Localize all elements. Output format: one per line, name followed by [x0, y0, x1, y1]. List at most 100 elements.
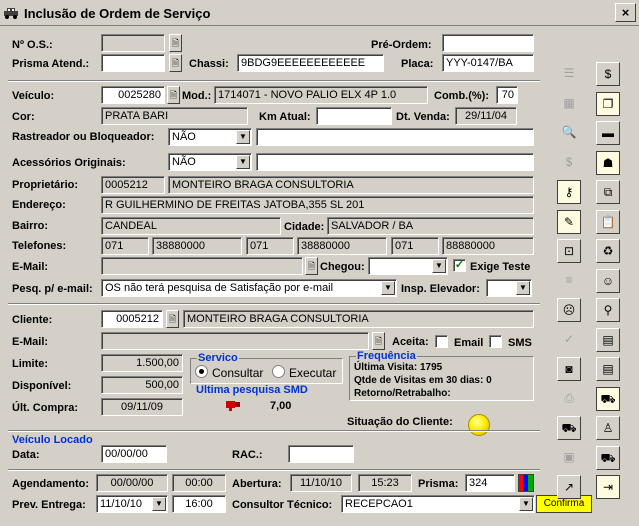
- duplicate-icon[interactable]: ⧉: [596, 180, 620, 204]
- faucet-icon[interactable]: ⚲: [596, 298, 620, 322]
- preordem-field[interactable]: [442, 34, 534, 52]
- search-document-icon[interactable]: 🔍: [557, 121, 581, 145]
- dollar-icon[interactable]: $: [557, 150, 581, 175]
- data-field[interactable]: 00/00/00: [101, 445, 167, 463]
- data-label: Data:: [12, 449, 40, 461]
- chevron-down-icon[interactable]: ▼: [519, 497, 533, 511]
- placa-field[interactable]: YYY-0147/BA: [442, 54, 534, 72]
- thumbs-down-icon: [226, 401, 240, 411]
- car-lift-icon[interactable]: ⛟: [596, 386, 620, 411]
- email2-field: [101, 332, 369, 350]
- door-exit-icon[interactable]: ⇥: [596, 475, 620, 499]
- money-bag-icon[interactable]: $: [596, 62, 620, 86]
- telefones-label: Telefones:: [12, 240, 67, 252]
- veiculo-field[interactable]: 0025280: [101, 86, 165, 104]
- exit-arrow-icon[interactable]: ↗: [557, 475, 581, 499]
- rastreador-obs-field[interactable]: [256, 128, 534, 146]
- rastreador-select[interactable]: NÃO ▼: [168, 128, 252, 146]
- chevron-down-icon[interactable]: ▼: [381, 281, 395, 295]
- cliente-search-icon[interactable]: 🗎: [166, 310, 179, 328]
- insp-elevador-label: Insp. Elevador:: [401, 283, 480, 295]
- acessorios-label: Acessórios Originais:: [12, 157, 126, 169]
- chegou-select[interactable]: ▼: [368, 257, 448, 275]
- document-edit-icon[interactable]: ✎: [557, 209, 581, 234]
- color-palette-icon[interactable]: [518, 474, 534, 492]
- sad-face-icon[interactable]: ☹: [557, 298, 581, 322]
- proprietario-code: 0005212: [101, 176, 165, 194]
- pesq-email-select[interactable]: OS não terá pesquisa de Satisfação por e…: [101, 279, 397, 297]
- chassi-field[interactable]: 9BDG9EEEEEEEEEEEE: [237, 54, 384, 72]
- recycle-icon[interactable]: ♻: [596, 239, 620, 263]
- dt-venda-field: 29/11/04: [455, 107, 517, 125]
- lines-icon[interactable]: ≡: [557, 268, 581, 293]
- camera-icon[interactable]: ◙: [557, 357, 581, 381]
- os-search-icon[interactable]: 🗎: [169, 34, 182, 52]
- veiculo-search-icon[interactable]: 🗎: [167, 86, 180, 104]
- email-edit-icon[interactable]: 🗎: [305, 257, 318, 275]
- aceita-email-label: Email: [454, 337, 484, 349]
- chevron-down-icon[interactable]: ▼: [516, 281, 530, 295]
- pesq-email-label: Pesq. p/ e-mail:: [12, 283, 93, 295]
- smiley-icon[interactable]: ☺: [596, 268, 620, 293]
- car-icon[interactable]: ▬: [596, 121, 620, 145]
- prisma-atend-search-icon[interactable]: 🗎: [169, 54, 182, 72]
- prev-entrega-date[interactable]: 11/10/10 ▼: [96, 495, 168, 513]
- prev-entrega-time[interactable]: 16:00: [172, 495, 226, 513]
- person-chart-icon[interactable]: ☗: [596, 150, 620, 175]
- agendamento-time: 00:00: [172, 474, 226, 492]
- agendamento-date: 00/00/00: [96, 474, 168, 492]
- rac-field[interactable]: [288, 445, 354, 463]
- separator: [8, 469, 540, 471]
- aceita-sms-checkbox[interactable]: [489, 335, 502, 348]
- bairro-field: CANDEAL: [101, 217, 281, 235]
- insp-elevador-select[interactable]: ▼: [486, 279, 532, 297]
- acessorios-select[interactable]: NÃO ▼: [168, 153, 252, 171]
- page-icon[interactable]: ▤: [596, 357, 620, 381]
- tow-car-icon[interactable]: ⛟: [596, 445, 620, 470]
- veiculo-locado-title: Veículo Locado: [12, 434, 93, 446]
- disponivel-field: 500,00: [101, 376, 183, 394]
- comb-field[interactable]: 70: [496, 86, 518, 104]
- copy-yellow-icon[interactable]: ❐: [596, 91, 620, 116]
- telefone-1-num: 38880000: [152, 237, 242, 255]
- chevron-down-icon[interactable]: ▼: [432, 259, 446, 273]
- ultima-visita: Última Visita: 1795: [354, 362, 443, 373]
- key-person-icon[interactable]: ⚷: [557, 180, 581, 204]
- tow-truck-icon[interactable]: ⛟: [557, 416, 581, 440]
- chevron-down-icon[interactable]: ▼: [152, 497, 166, 511]
- close-button[interactable]: ×: [615, 3, 636, 22]
- stamp-icon[interactable]: ♙: [596, 416, 620, 440]
- placa-label: Placa:: [401, 58, 434, 70]
- acessorios-obs-field[interactable]: [256, 153, 534, 171]
- layers-icon[interactable]: ▣: [557, 445, 581, 470]
- prisma-field[interactable]: 324: [465, 474, 515, 492]
- printer-icon[interactable]: ⎙: [557, 386, 581, 411]
- situacao-label: Situação do Cliente:: [347, 416, 453, 428]
- consultar-label: Consultar: [212, 366, 264, 380]
- list-icon[interactable]: ☰: [557, 62, 581, 86]
- abertura-label: Abertura:: [232, 478, 282, 490]
- prisma-atend-label: Prisma Atend.:: [12, 58, 90, 70]
- bairro-label: Bairro:: [12, 220, 49, 232]
- cliente-code[interactable]: 0005212: [101, 310, 163, 328]
- email2-edit-icon[interactable]: 🗎: [372, 332, 385, 350]
- service-order-window: Inclusão de Ordem de Serviço × Nº O.S.: …: [0, 0, 639, 526]
- dt-venda-label: Dt. Venda:: [396, 111, 450, 123]
- ult-compra-field: 09/11/09: [101, 398, 183, 416]
- chevron-down-icon[interactable]: ▼: [236, 130, 250, 144]
- prisma-atend-field[interactable]: [101, 54, 165, 72]
- exige-teste-checkbox[interactable]: ✓: [453, 259, 466, 272]
- check-icon[interactable]: ✓: [557, 327, 581, 352]
- executar-radio[interactable]: [272, 365, 285, 378]
- km-atual-label: Km Atual:: [259, 111, 311, 123]
- km-atual-field[interactable]: [316, 107, 392, 125]
- chevron-down-icon[interactable]: ▼: [236, 155, 250, 169]
- consultor-select[interactable]: RECEPCAO1 ▼: [341, 495, 535, 513]
- consultar-radio[interactable]: [195, 365, 208, 378]
- cidade-label: Cidade:: [284, 221, 325, 233]
- aceita-email-checkbox[interactable]: [435, 335, 448, 348]
- table-icon[interactable]: ▦: [557, 91, 581, 116]
- inbox-icon[interactable]: ⊡: [557, 239, 581, 263]
- stack-icon[interactable]: ▤: [596, 327, 620, 352]
- clipboard-icon[interactable]: 📋: [596, 209, 620, 234]
